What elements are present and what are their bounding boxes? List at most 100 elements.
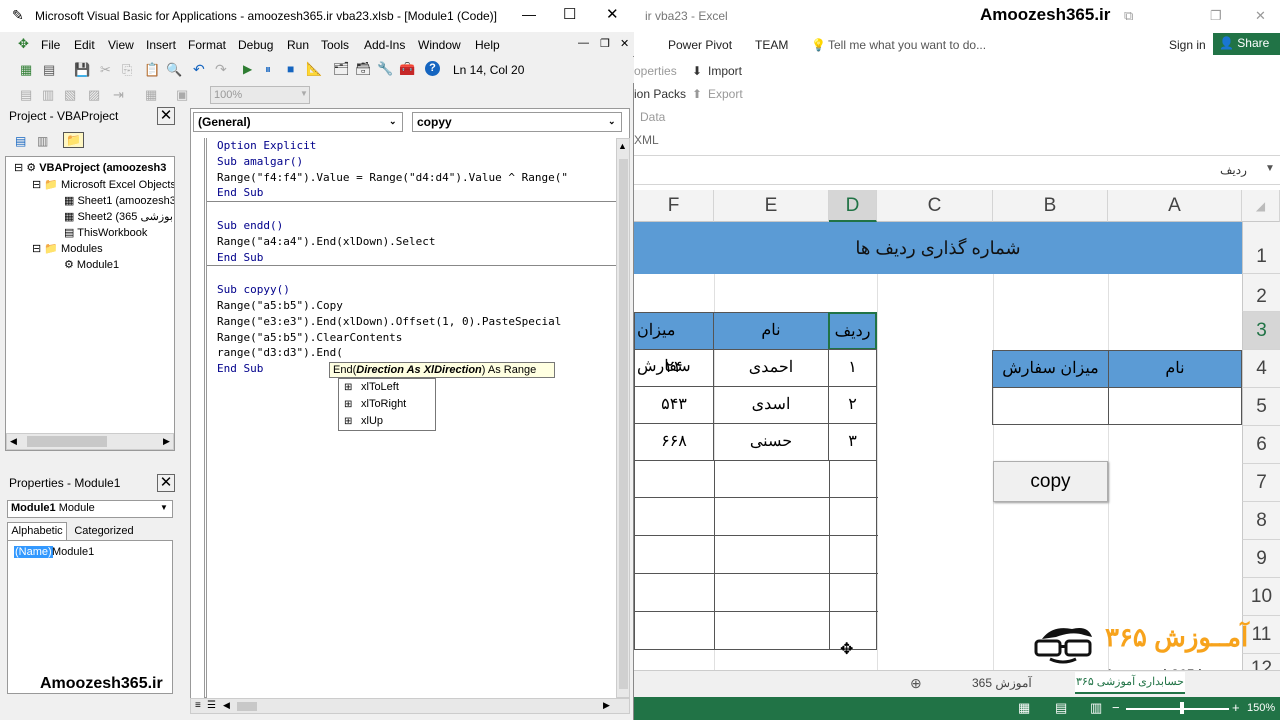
- menu-format[interactable]: Format: [188, 38, 226, 52]
- zoom-out-icon[interactable]: −: [1112, 700, 1120, 715]
- menu-debug[interactable]: Debug: [238, 38, 273, 52]
- form-input-name[interactable]: [1108, 387, 1242, 425]
- column-header-f[interactable]: F: [634, 190, 714, 222]
- object-dropdown-icon[interactable]: ▼: [160, 503, 168, 512]
- column-header-d[interactable]: D: [829, 190, 877, 222]
- code-vscrollbar[interactable]: ▲: [616, 138, 630, 698]
- vba-close-icon[interactable]: ✕: [606, 5, 619, 23]
- form-input-amount[interactable]: [992, 387, 1109, 425]
- tab-power-pivot[interactable]: Power Pivot: [668, 38, 732, 52]
- properties-window-icon[interactable]: 🗃: [355, 61, 372, 77]
- design-mode-icon[interactable]: 📐: [306, 61, 322, 77]
- save-icon[interactable]: 💾: [74, 62, 90, 78]
- code-line[interactable]: Sub copyy(): [207, 282, 616, 298]
- add-sheet-icon[interactable]: ⊕: [910, 675, 922, 692]
- table-header-amount[interactable]: میزان سفارش: [634, 312, 714, 375]
- code-line[interactable]: Range("a5:b5").ClearContents: [207, 330, 616, 346]
- view-code-icon[interactable]: ▤: [15, 134, 26, 148]
- tab-team[interactable]: TEAM: [755, 38, 788, 52]
- ribbon-import[interactable]: Import: [708, 64, 742, 78]
- tree-item-vbaproject[interactable]: ⊟ ⚙ VBAProject (amoozesh3: [14, 161, 166, 174]
- child-minimize-icon[interactable]: —: [578, 37, 589, 49]
- autocomplete-item[interactable]: ⊞ xlToLeft: [339, 379, 435, 396]
- ribbon-properties[interactable]: operties: [634, 64, 677, 78]
- row-header-6[interactable]: 6: [1242, 426, 1280, 464]
- zoom-in-icon[interactable]: +: [1232, 700, 1240, 715]
- help-icon[interactable]: ?: [425, 61, 440, 76]
- copy-button[interactable]: copy: [993, 461, 1108, 502]
- project-explorer-icon[interactable]: 🗂: [333, 61, 350, 77]
- collapse-icon[interactable]: ⊟: [32, 179, 44, 191]
- menu-file[interactable]: File: [41, 38, 60, 52]
- zoom-slider[interactable]: [1126, 708, 1229, 710]
- import-icon[interactable]: ⬇: [692, 64, 702, 78]
- row-header-10[interactable]: 10: [1242, 578, 1280, 616]
- column-header-a[interactable]: A: [1108, 190, 1242, 222]
- break-icon[interactable]: ⏸: [265, 62, 271, 77]
- prop-name-value[interactable]: Module1: [52, 546, 94, 558]
- scroll-thumb[interactable]: [237, 702, 257, 711]
- scroll-thumb[interactable]: [27, 436, 107, 447]
- reset-icon[interactable]: ■: [287, 62, 294, 76]
- select-all-corner[interactable]: ◢: [1242, 190, 1280, 222]
- code-line[interactable]: Range("a5:b5").Copy: [207, 298, 616, 314]
- run-icon[interactable]: ▶: [243, 62, 252, 76]
- table-header-id[interactable]: ردیف: [828, 312, 877, 350]
- code-line[interactable]: Sub endd(): [207, 218, 616, 234]
- maximize-icon[interactable]: ☐: [563, 5, 576, 23]
- tree-item-sheet2[interactable]: ▦ Sheet2 (365 بوزشی: [64, 210, 173, 223]
- tell-me-box[interactable]: Tell me what you want to do...: [828, 38, 986, 52]
- page-break-icon[interactable]: ▥: [1090, 700, 1102, 716]
- row-header-12[interactable]: 12: [1242, 654, 1280, 670]
- name-box-dropdown-icon[interactable]: ▼: [1265, 163, 1275, 174]
- project-close-icon[interactable]: ✕: [157, 107, 175, 125]
- minimize-icon[interactable]: —: [522, 6, 536, 22]
- table-cell-name[interactable]: اسدی: [713, 386, 829, 424]
- tree-item-thisworkbook[interactable]: ▤ ThisWorkbook: [64, 226, 147, 239]
- sign-in-link[interactable]: Sign in: [1169, 38, 1206, 52]
- tree-item-modules[interactable]: ⊟ 📁 Modules: [32, 242, 103, 255]
- object-selector[interactable]: Module1 Module ▼: [7, 500, 173, 518]
- empty-table-rows[interactable]: [634, 460, 878, 650]
- worksheet-grid[interactable]: F E D C B A ◢ 1 2 3 4 5 6 7 8 9 10 11 12…: [634, 190, 1280, 670]
- menu-run[interactable]: Run: [287, 38, 309, 52]
- table-cell-amount[interactable]: ۶۶۸: [634, 423, 714, 461]
- row-header-5[interactable]: 5: [1242, 388, 1280, 426]
- code-line[interactable]: Option Explicit: [207, 138, 616, 154]
- form-header-name[interactable]: نام: [1108, 350, 1242, 388]
- tree-item-sheet1[interactable]: ▦ Sheet1 (amoozesh3: [64, 194, 174, 207]
- code-line[interactable]: [207, 266, 616, 282]
- code-line[interactable]: Sub amalgar(): [207, 154, 616, 170]
- zoom-slider-thumb[interactable]: [1180, 702, 1184, 714]
- properties-grid[interactable]: (Name) Module1: [7, 540, 173, 694]
- table-cell-id[interactable]: ۱: [828, 349, 877, 387]
- table-cell-id[interactable]: ۲: [828, 386, 877, 424]
- margin-indicator-bar[interactable]: [191, 138, 205, 698]
- share-button[interactable]: 👤 Share: [1213, 33, 1280, 55]
- row-header-2[interactable]: 2: [1242, 274, 1280, 312]
- menu-add-ins[interactable]: Add-Ins: [364, 38, 405, 52]
- ribbon-expansion-packs[interactable]: ion Packs: [634, 87, 686, 101]
- row-header-4[interactable]: 4: [1242, 350, 1280, 388]
- form-header-amount[interactable]: میزان سفارش: [992, 350, 1109, 388]
- header-band-title[interactable]: شماره گذاری ردیف ها: [634, 222, 1242, 274]
- row-header-3[interactable]: 3: [1242, 312, 1280, 350]
- sheet-tab-1[interactable]: 365 آموزش: [972, 676, 1032, 690]
- row-header-8[interactable]: 8: [1242, 502, 1280, 540]
- autocomplete-list[interactable]: ⊞ xlToLeft ⊞ xlToRight ⊞ xlUp: [338, 378, 436, 431]
- code-hscrollbar[interactable]: ≡ ☰ ◀ ▶: [190, 698, 630, 714]
- tab-alphabetic[interactable]: Alphabetic: [7, 522, 67, 540]
- project-tree[interactable]: ⊟ ⚙ VBAProject (amoozesh3 ⊟ 📁 Microsoft …: [5, 156, 175, 451]
- scroll-right-icon[interactable]: ▶: [603, 700, 610, 711]
- column-header-c[interactable]: C: [877, 190, 993, 222]
- properties-close-icon[interactable]: ✕: [157, 474, 175, 492]
- tree-item-excel-objects[interactable]: ⊟ 📁 Microsoft Excel Objects: [32, 178, 174, 191]
- tree-item-module1[interactable]: ⚙ Module1: [64, 258, 119, 271]
- scroll-thumb[interactable]: [619, 159, 628, 689]
- collapse-icon[interactable]: ⊟: [32, 243, 44, 255]
- table-cell-amount[interactable]: ۵۴۳: [634, 386, 714, 424]
- insert-module-icon[interactable]: ▤: [43, 62, 55, 78]
- table-header-name[interactable]: نام: [713, 312, 829, 350]
- menu-insert[interactable]: Insert: [146, 38, 176, 52]
- undo-icon[interactable]: ↶: [193, 61, 205, 78]
